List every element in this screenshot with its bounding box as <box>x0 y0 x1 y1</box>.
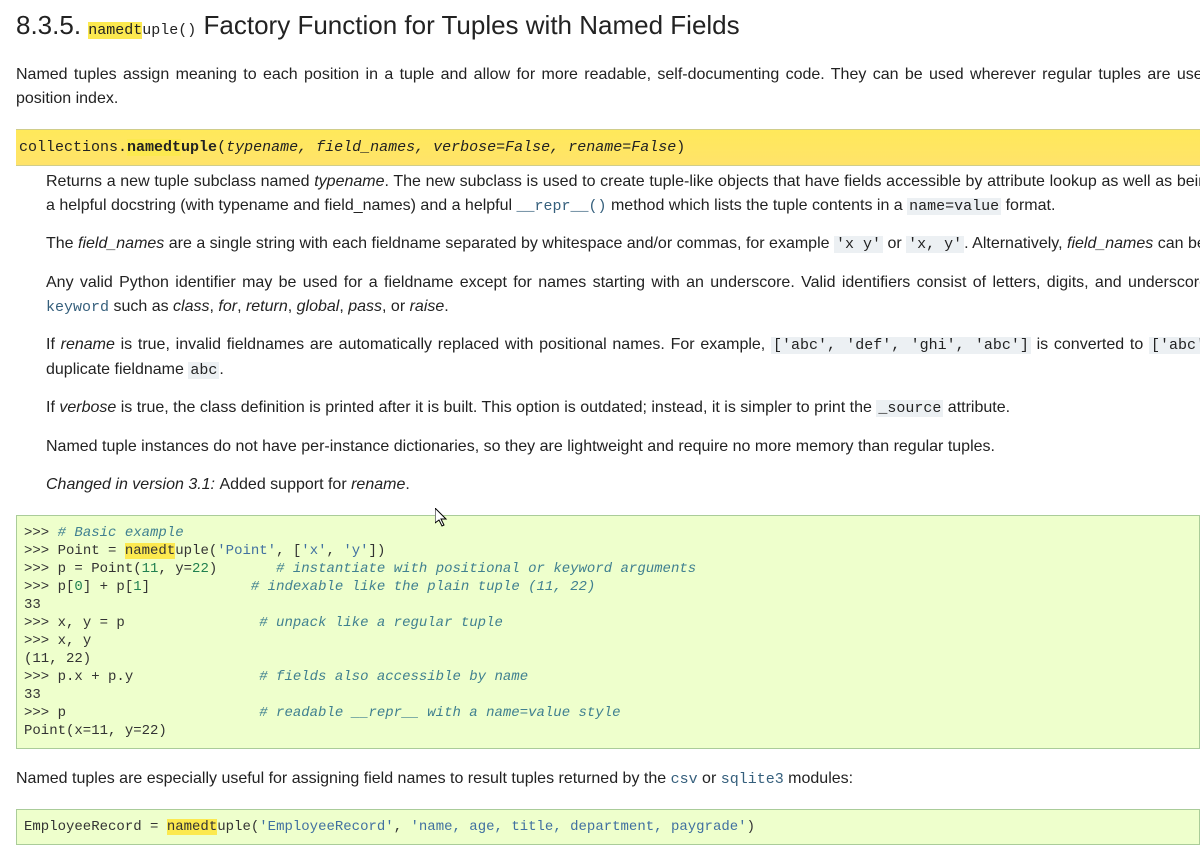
function-definition: collections.namedtuple(typename, field_n… <box>16 129 1200 497</box>
desc-paragraph-1: Returns a new tuple subclass named typen… <box>46 170 1200 219</box>
heading-code-rest: uple() <box>142 22 196 39</box>
desc-paragraph-2: The field_names are a single string with… <box>46 232 1200 257</box>
heading-code-highlight: namedt <box>88 22 142 39</box>
sig-param: rename=False <box>568 139 676 156</box>
sig-module: collections. <box>19 139 127 156</box>
sig-param: typename <box>226 139 298 156</box>
csv-sqlite-paragraph: Named tuples are especially useful for a… <box>16 767 1200 792</box>
keyword-link[interactable]: keyword <box>46 299 109 316</box>
intro-paragraph: Named tuples assign meaning to each posi… <box>16 63 1200 111</box>
code-example-employee: EmployeeRecord = namedtuple('EmployeeRec… <box>16 809 1200 845</box>
sig-name-rest: uple <box>181 139 217 156</box>
sig-param: field_names <box>316 139 415 156</box>
desc-paragraph-5: If verbose is true, the class definition… <box>46 396 1200 421</box>
desc-paragraph-6: Named tuple instances do not have per-in… <box>46 435 1200 459</box>
desc-paragraph-3: Any valid Python identifier may be used … <box>46 271 1200 320</box>
section-number: 8.3.5. <box>16 10 88 40</box>
changed-note: Changed in version 3.1: Added support fo… <box>46 473 1200 497</box>
section-heading: 8.3.5. namedtuple() Factory Function for… <box>16 6 1200 45</box>
desc-paragraph-4: If rename is true, invalid fieldnames ar… <box>46 333 1200 382</box>
code-example-basic: >>> # Basic example >>> Point = namedtup… <box>16 515 1200 749</box>
heading-title: Factory Function for Tuples with Named F… <box>196 10 739 40</box>
function-signature: collections.namedtuple(typename, field_n… <box>16 129 1200 166</box>
repr-link[interactable]: __repr__() <box>517 198 607 215</box>
sig-name-highlight: namedt <box>127 139 181 156</box>
csv-link[interactable]: csv <box>671 771 698 788</box>
sqlite3-link[interactable]: sqlite3 <box>721 771 784 788</box>
sig-param: verbose=False <box>433 139 550 156</box>
